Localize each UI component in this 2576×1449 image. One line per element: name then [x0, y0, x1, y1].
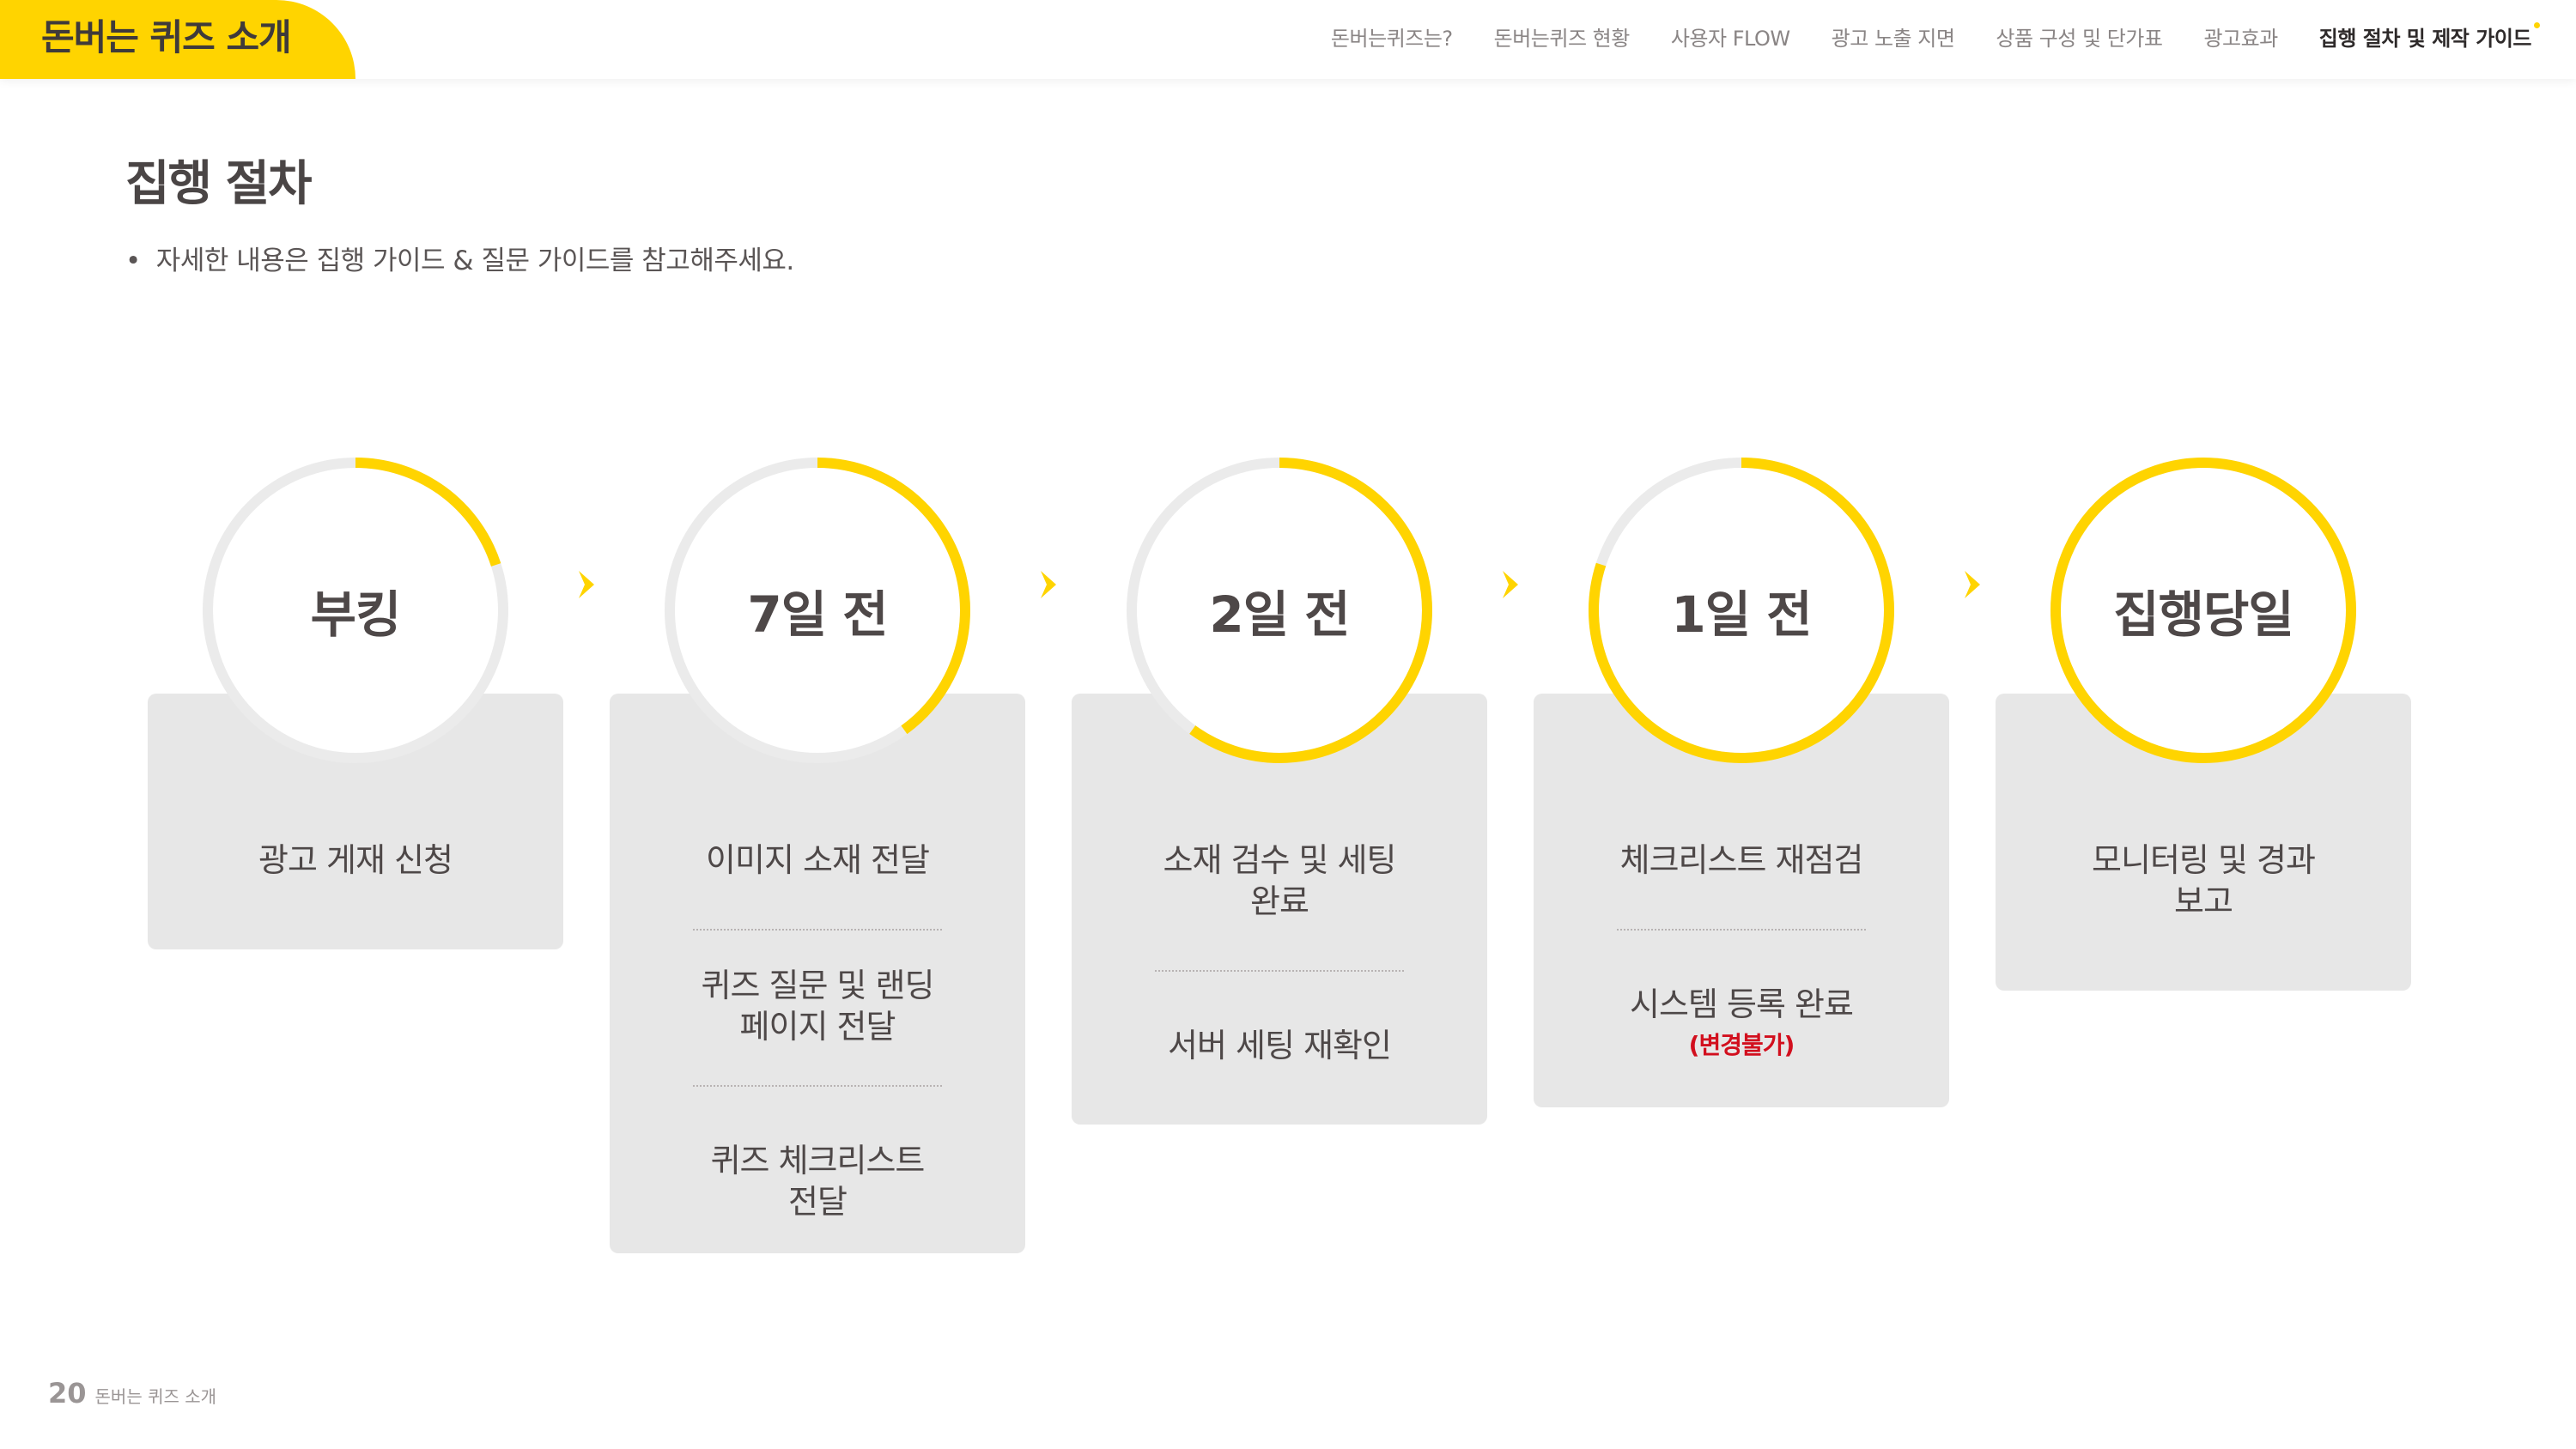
task-item: 퀴즈 질문 및 랜딩 페이지 전달 [693, 929, 942, 1085]
nav-item-execution-guide[interactable]: 집행 절차 및 제작 가이드 [2318, 22, 2540, 53]
task-text: 시스템 등록 완료 [1630, 985, 1854, 1023]
chevron-right-icon [1037, 568, 1060, 601]
page-title: 집행 절차 [125, 156, 313, 212]
warning-note: (변경불가) [1688, 1031, 1795, 1059]
task-item: 시스템 등록 완료 (변경불가) [1617, 929, 1866, 1076]
progress-ring: 부킹 [193, 448, 518, 773]
guide-note: • 자세한 내용은 집행 가이드 & 질문 가이드를 참고해주세요. [125, 242, 794, 280]
nav-item-ad-placement[interactable]: 광고 노출 지면 [1832, 24, 1955, 53]
task-item: 체크리스트 재점검 [1619, 841, 1864, 879]
chevron-right-icon [575, 568, 598, 601]
step-label: 1일 전 [1671, 585, 1812, 644]
step-label: 2일 전 [1209, 585, 1350, 644]
progress-ring: 2일 전 [1117, 448, 1442, 773]
step-card: 이미지 소재 전달 퀴즈 질문 및 랜딩 페이지 전달 퀴즈 체크리스트 전달 [610, 694, 1025, 1253]
nav-item-pricing[interactable]: 상품 구성 및 단가표 [1996, 24, 2163, 53]
task-item: 소재 검수 및 세팅 완료 [1163, 841, 1397, 920]
step-label: 7일 전 [747, 585, 888, 644]
nav-item-status[interactable]: 돈버는퀴즈 현황 [1494, 24, 1631, 53]
step-label: 부킹 [310, 585, 402, 644]
task-item: 광고 게재 신청 [258, 841, 453, 879]
guide-note-text: 자세한 내용은 집행 가이드 & 질문 가이드를 참고해주세요. [155, 246, 794, 276]
task-item: 이미지 소재 전달 [706, 841, 930, 879]
progress-ring: 집행당일 [2041, 448, 2366, 773]
footer-label: 돈버는 퀴즈 소개 [94, 1386, 217, 1407]
bullet-icon: • [125, 246, 141, 276]
active-indicator-dot [2534, 22, 2540, 28]
nav-item-ad-effect[interactable]: 광고효과 [2203, 24, 2278, 53]
progress-ring: 7일 전 [655, 448, 980, 773]
step-label: 집행당일 [2113, 585, 2293, 644]
top-header: 돈버는 퀴즈 소개 돈버는퀴즈는? 돈버는퀴즈 현황 사용자 FLOW 광고 노… [0, 0, 2576, 79]
task-item: 서버 세팅 재확인 [1155, 970, 1404, 1094]
top-nav: 돈버는퀴즈는? 돈버는퀴즈 현황 사용자 FLOW 광고 노출 지면 상품 구성… [1331, 22, 2540, 53]
progress-ring: 1일 전 [1579, 448, 1904, 773]
page-number: 20 [48, 1377, 87, 1410]
brand-title: 돈버는 퀴즈 소개 [41, 16, 292, 58]
chevron-right-icon [1499, 568, 1522, 601]
nav-item-user-flow[interactable]: 사용자 FLOW [1671, 24, 1790, 53]
task-item: 모니터링 및 경과 보고 [2092, 841, 2316, 920]
page-footer: 20 돈버는 퀴즈 소개 [48, 1377, 216, 1410]
nav-item-execution-guide-label: 집행 절차 및 제작 가이드 [2318, 27, 2532, 51]
nav-item-intro[interactable]: 돈버는퀴즈는? [1331, 24, 1453, 53]
chevron-right-icon [1961, 568, 1984, 601]
task-item: 퀴즈 체크리스트 전달 [693, 1085, 942, 1222]
